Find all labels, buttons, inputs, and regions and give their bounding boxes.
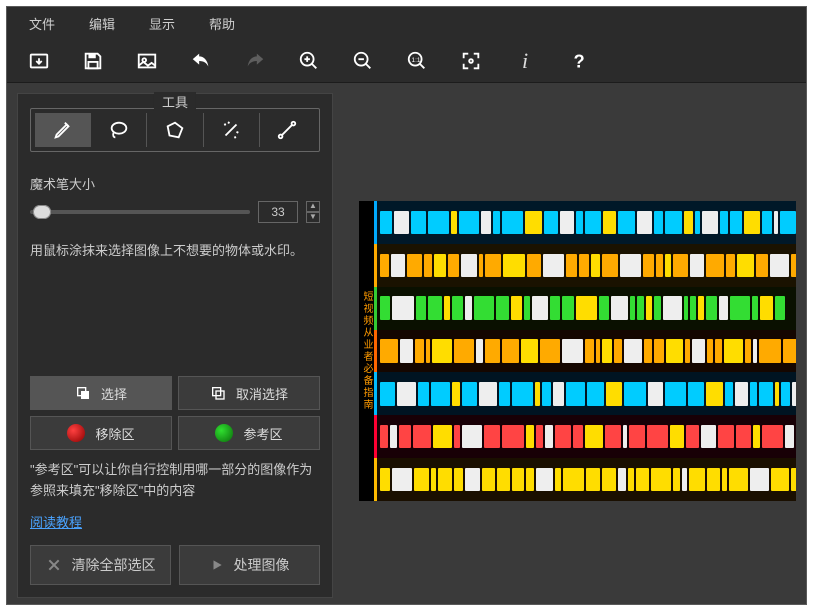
brush-size-label: 魔术笔大小 <box>30 174 320 193</box>
clear-selection-button[interactable]: 清除全部选区 <box>30 545 171 585</box>
play-icon <box>210 558 224 572</box>
zoom-actual-button[interactable]: 1:1 <box>403 47 431 75</box>
spin-up[interactable]: ▲ <box>306 201 320 212</box>
copy-outline-icon <box>210 385 226 401</box>
tool-wand[interactable] <box>204 113 260 147</box>
tool-palette <box>30 108 320 152</box>
help-button[interactable]: ? <box>565 47 593 75</box>
info-button[interactable]: i <box>511 47 539 75</box>
toolbar: 1:1 i ? <box>7 39 806 83</box>
open-button[interactable] <box>25 47 53 75</box>
ref-area-button[interactable]: 参考区 <box>178 416 320 450</box>
menu-help[interactable]: 帮助 <box>195 10 249 37</box>
redo-button[interactable] <box>241 47 269 75</box>
tool-marker[interactable] <box>35 113 91 147</box>
menu-view[interactable]: 显示 <box>135 10 189 37</box>
tutorial-link[interactable]: 阅读教程 <box>30 512 320 531</box>
process-button[interactable]: 处理图像 <box>179 545 320 585</box>
save-button[interactable] <box>79 47 107 75</box>
tool-line[interactable] <box>260 113 315 147</box>
ref-desc: "参考区"可以让你自行控制用哪一部分的图像作为参照来填充"移除区"中的内容 <box>30 460 320 502</box>
spin-down[interactable]: ▼ <box>306 212 320 223</box>
svg-text:?: ? <box>574 50 585 71</box>
app-window: 文件 编辑 显示 帮助 1:1 i ? 工具 魔术笔大小 33 ▲▼ 用鼠标涂抹… <box>6 6 807 605</box>
copy-icon <box>75 385 91 401</box>
red-dot-icon <box>67 424 85 442</box>
menu-file[interactable]: 文件 <box>15 10 69 37</box>
image-button[interactable] <box>133 47 161 75</box>
tools-title: 工具 <box>154 92 196 111</box>
menubar: 文件 编辑 显示 帮助 <box>7 7 806 39</box>
deselect-button[interactable]: 取消选择 <box>178 376 320 410</box>
brush-size-slider[interactable] <box>30 204 250 220</box>
select-button[interactable]: 选择 <box>30 376 172 410</box>
tool-lasso[interactable] <box>91 113 147 147</box>
brush-hint: 用鼠标涂抹来选择图像上不想要的物体或水印。 <box>30 241 320 262</box>
canvas-area[interactable]: 短视频从业者必备指南 <box>339 93 796 598</box>
close-icon <box>46 557 62 573</box>
zoom-fit-button[interactable] <box>457 47 485 75</box>
brush-size-value[interactable]: 33 <box>258 201 298 223</box>
side-panel: 工具 魔术笔大小 33 ▲▼ 用鼠标涂抹来选择图像上不想要的物体或水印。 选择 … <box>17 93 333 598</box>
menu-edit[interactable]: 编辑 <box>75 10 129 37</box>
remove-area-button[interactable]: 移除区 <box>30 416 172 450</box>
zoom-out-button[interactable] <box>349 47 377 75</box>
image-preview: 短视频从业者必备指南 <box>359 201 788 501</box>
undo-button[interactable] <box>187 47 215 75</box>
svg-text:1:1: 1:1 <box>412 56 421 63</box>
zoom-in-button[interactable] <box>295 47 323 75</box>
tool-polygon[interactable] <box>147 113 203 147</box>
green-dot-icon <box>215 424 233 442</box>
